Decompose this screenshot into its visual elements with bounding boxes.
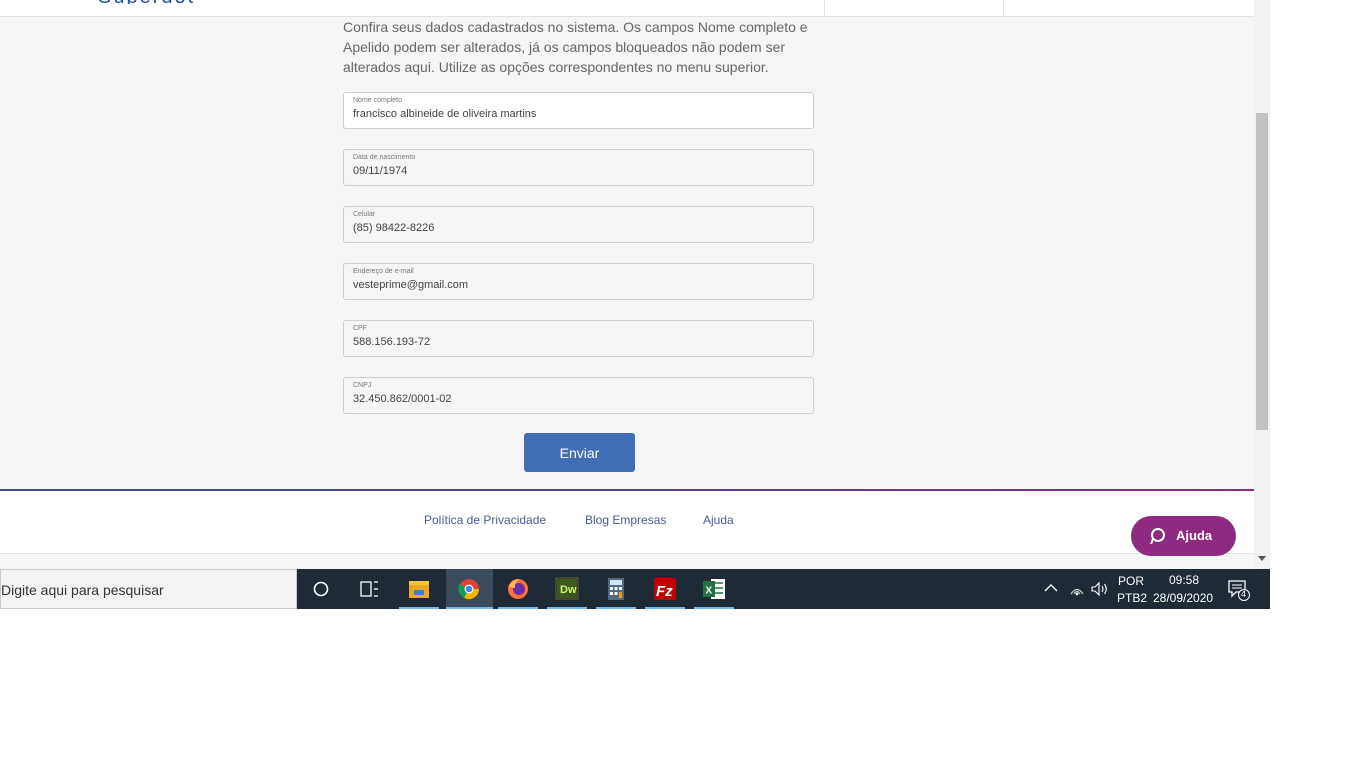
running-indicator — [694, 607, 734, 609]
language-indicator[interactable]: POR — [1118, 574, 1144, 588]
running-indicator — [547, 607, 587, 609]
running-indicator — [596, 607, 636, 609]
field-label: Data de nascimento — [353, 154, 416, 161]
cpf-field: CPF 588.156.193-72 — [343, 320, 814, 357]
field-label: Endereço de e-mail — [353, 268, 414, 275]
firefox-button[interactable] — [498, 569, 538, 609]
taskbar-search-placeholder: Digite aqui para pesquisar — [1, 582, 164, 598]
full-name-input[interactable] — [353, 108, 793, 120]
wifi-icon[interactable] — [1069, 581, 1085, 597]
notification-count-badge: 4 — [1241, 589, 1247, 599]
site-logo[interactable]: Superdot — [98, 0, 198, 4]
volume-icon[interactable] — [1090, 581, 1110, 597]
running-indicator — [498, 607, 538, 609]
profile-intro-text: Confira seus dados cadastrados no sistem… — [343, 19, 808, 75]
field-label: CNPJ — [353, 382, 372, 389]
svg-text:Fz: Fz — [656, 583, 673, 600]
cnpj-value: 32.450.862/0001-02 — [353, 393, 452, 405]
filezilla-button[interactable]: Fz — [645, 569, 685, 609]
field-label: Nome completo — [353, 97, 403, 104]
help-chat-label: Ajuda — [1176, 528, 1213, 543]
running-indicator — [645, 607, 685, 609]
page-scrollbar[interactable] — [1254, 0, 1270, 569]
calculator-button[interactable] — [596, 569, 636, 609]
dreamweaver-button[interactable]: Dw — [547, 569, 587, 609]
header-divider — [824, 0, 825, 16]
chrome-button[interactable] — [446, 569, 493, 609]
site-header: Superdot — [0, 0, 1254, 17]
help-chat-button[interactable]: Ajuda — [1131, 516, 1236, 556]
file-explorer-icon — [409, 581, 429, 598]
svg-text:X: X — [706, 586, 713, 597]
help-link[interactable]: Ajuda — [703, 513, 734, 527]
mobile-field: Celular (85) 98422-8226 — [343, 206, 814, 243]
action-center-button[interactable]: 4 — [1228, 579, 1250, 601]
cortana-button[interactable] — [301, 569, 341, 609]
email-value: vesteprime@gmail.com — [353, 279, 469, 291]
clock-time[interactable]: 09:58 — [1169, 573, 1199, 587]
firefox-icon — [508, 579, 528, 599]
task-view-icon — [360, 581, 378, 597]
blog-empresas-link[interactable]: Blog Empresas — [585, 513, 666, 527]
calculator-icon — [608, 578, 624, 600]
clock-date[interactable]: 28/09/2020 — [1153, 591, 1213, 605]
cpf-value: 588.156.193-72 — [353, 336, 431, 348]
svg-text:Dw: Dw — [560, 584, 577, 596]
scrollbar-thumb[interactable] — [1256, 113, 1268, 430]
header-divider — [1003, 0, 1004, 16]
full-name-field[interactable]: Nome completo — [343, 92, 814, 129]
excel-icon: X — [703, 579, 725, 599]
dreamweaver-icon: Dw — [555, 577, 579, 600]
submit-button[interactable]: Enviar — [524, 433, 635, 472]
file-explorer-button[interactable] — [399, 569, 439, 609]
windows-taskbar: Digite aqui para pesquisar Dw Fz X POR P… — [0, 569, 1270, 609]
mobile-value: (85) 98422-8226 — [353, 222, 435, 234]
filezilla-icon: Fz — [654, 578, 676, 600]
task-view-button[interactable] — [349, 569, 389, 609]
chat-bubble-icon — [1151, 528, 1165, 542]
email-field: Endereço de e-mail vesteprime@gmail.com — [343, 263, 814, 300]
excel-button[interactable]: X — [694, 569, 734, 609]
taskbar-search-box[interactable]: Digite aqui para pesquisar — [0, 569, 297, 609]
running-indicator — [446, 607, 493, 609]
field-label: CPF — [353, 325, 367, 332]
birth-date-value: 09/11/1974 — [353, 165, 408, 177]
field-label: Celular — [353, 211, 376, 218]
show-hidden-icons-chevron-icon[interactable] — [1044, 583, 1058, 593]
keyboard-layout-indicator[interactable]: PTB2 — [1117, 591, 1147, 605]
cnpj-field: CNPJ 32.450.862/0001-02 — [343, 377, 814, 414]
cortana-icon — [313, 581, 329, 597]
notification-icon — [1228, 580, 1250, 601]
birth-date-field: Data de nascimento 09/11/1974 — [343, 149, 814, 186]
privacy-policy-link[interactable]: Política de Privacidade — [424, 513, 546, 527]
browser-viewport: Superdot Confira seus dados cadastrados … — [0, 0, 1270, 569]
site-footer: Política de Privacidade Blog Empresas Aj… — [0, 491, 1254, 554]
chrome-icon — [458, 579, 480, 600]
running-indicator — [399, 607, 439, 609]
scroll-down-arrow-icon[interactable] — [1258, 556, 1266, 561]
